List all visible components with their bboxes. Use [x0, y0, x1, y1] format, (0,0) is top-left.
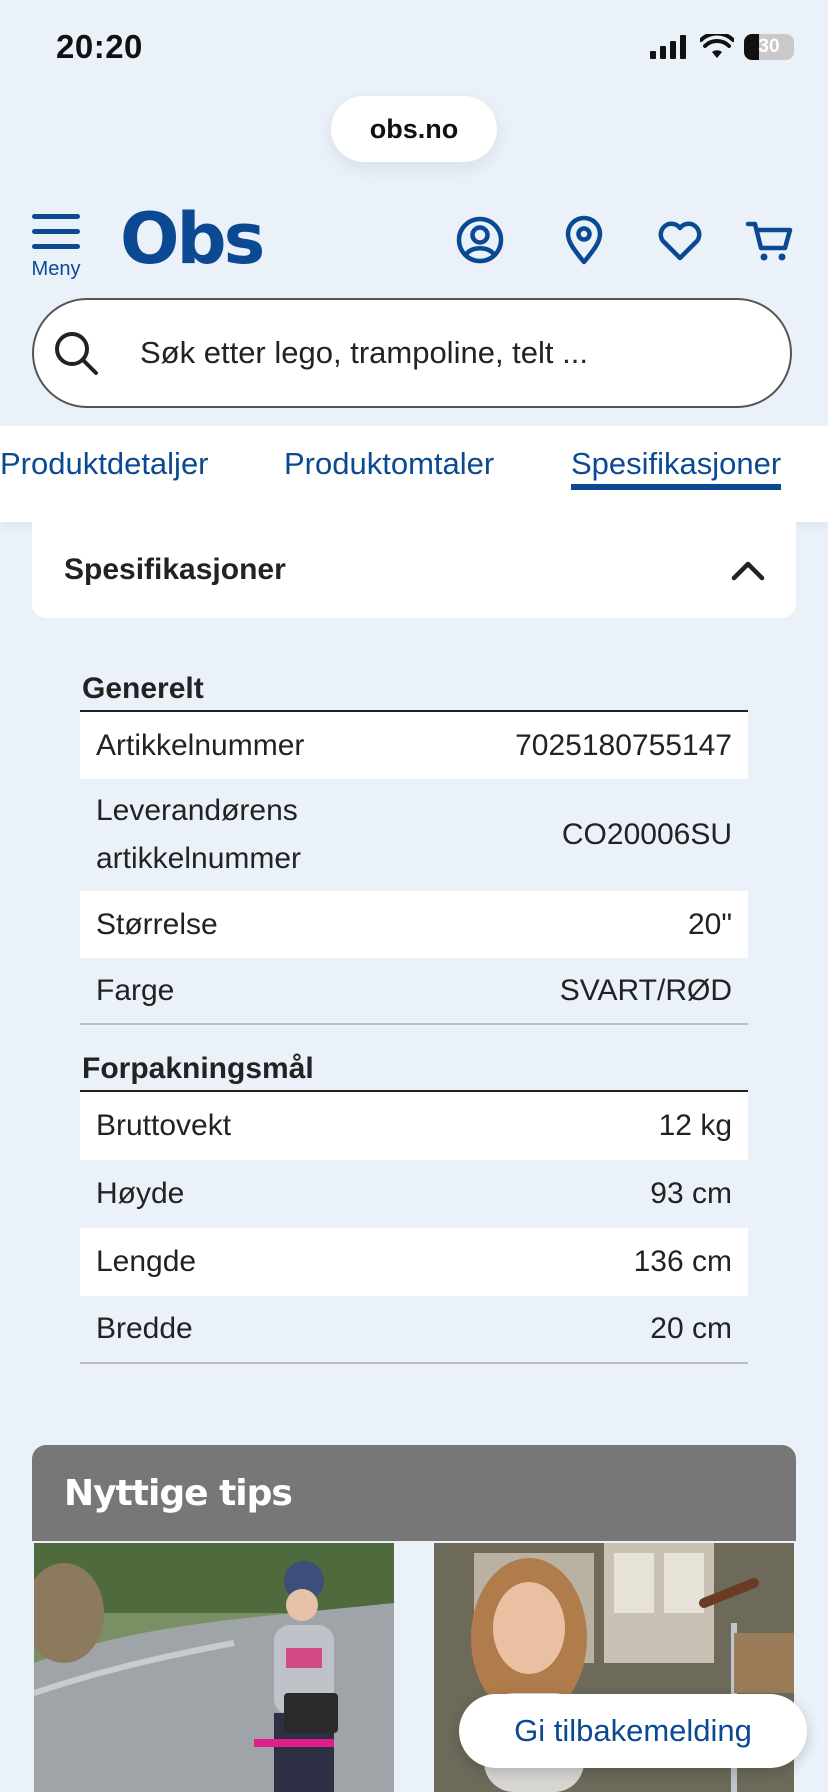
- spec-row: Leverandørens artikkelnummer CO20006SU: [80, 779, 748, 891]
- spec-label: Lengde: [96, 1245, 197, 1278]
- status-icons: 30: [650, 34, 794, 60]
- feedback-button[interactable]: Gi tilbakemelding: [459, 1694, 807, 1768]
- spec-value: SVART/RØD: [559, 973, 732, 1007]
- hamburger-icon: [32, 212, 80, 252]
- menu-button[interactable]: Meny: [28, 212, 84, 281]
- spec-value: 7025180755147: [515, 728, 732, 762]
- account-icon[interactable]: [454, 214, 506, 266]
- wifi-icon: [700, 34, 734, 58]
- spec-label-line: artikkelnummer: [96, 842, 302, 875]
- spesifikasjoner-accordion[interactable]: Spesifikasjoner: [32, 522, 796, 618]
- spec-label: Bredde: [96, 1312, 193, 1345]
- spec-row: Bruttovekt 12 kg: [80, 1092, 748, 1160]
- tips-header: Nyttige tips: [32, 1445, 796, 1541]
- signal-icon: [650, 35, 686, 59]
- accordion-title: Spesifikasjoner: [64, 553, 286, 586]
- store-location-icon[interactable]: [558, 214, 610, 266]
- spec-row: Bredde 20 cm: [80, 1296, 748, 1364]
- status-time: 20:20: [56, 28, 143, 65]
- tip-image-child-cycling[interactable]: [34, 1543, 394, 1792]
- browser-url-bar[interactable]: obs.no: [331, 96, 497, 162]
- tab-produktdetaljer[interactable]: Produktdetaljer: [0, 446, 209, 482]
- menu-label: Meny: [31, 258, 81, 280]
- spec-value: 93 cm: [650, 1177, 732, 1210]
- search-input[interactable]: [138, 334, 762, 372]
- tips-title: Nyttige tips: [64, 1472, 293, 1514]
- spec-row: Farge SVART/RØD: [80, 958, 748, 1025]
- spec-value: 136 cm: [633, 1245, 732, 1278]
- cart-icon[interactable]: [744, 214, 796, 266]
- battery-icon: 30: [744, 34, 794, 60]
- spec-heading-packaging: Forpakningsmål: [80, 1052, 748, 1092]
- spec-row: Artikkelnummer 7025180755147: [80, 712, 748, 779]
- spec-value: 20 cm: [650, 1312, 732, 1345]
- spec-table-packaging: Forpakningsmål Bruttovekt 12 kg Høyde 93…: [80, 1052, 748, 1364]
- spec-value: 20": [687, 907, 732, 941]
- battery-level: 30: [758, 36, 780, 57]
- spec-label: Artikkelnummer: [96, 728, 305, 762]
- product-tabs: Produktdetaljer Produktomtaler Spesifika…: [0, 426, 828, 522]
- spec-label: Bruttovekt: [96, 1109, 232, 1142]
- favorites-icon[interactable]: [654, 214, 706, 266]
- spec-label: Høyde: [96, 1177, 185, 1210]
- chevron-up-icon[interactable]: [728, 550, 768, 590]
- tab-spesifikasjoner[interactable]: Spesifikasjoner: [571, 446, 782, 490]
- spec-row: Størrelse 20": [80, 891, 748, 958]
- tab-produktomtaler[interactable]: Produktomtaler: [284, 446, 494, 482]
- search-bar[interactable]: [32, 298, 792, 408]
- spec-label-line: Leverandørens: [96, 794, 298, 827]
- search-icon: [55, 332, 98, 375]
- spec-value: 12 kg: [658, 1109, 732, 1142]
- spec-label: Leverandørens artikkelnummer: [96, 787, 301, 883]
- spec-label: Farge: [96, 973, 175, 1007]
- obs-logo[interactable]: Obs: [120, 204, 265, 274]
- spec-label: Størrelse: [96, 907, 218, 941]
- spec-heading-general: Generelt: [80, 672, 748, 712]
- spec-value: CO20006SU: [561, 818, 732, 851]
- spec-row: Høyde 93 cm: [80, 1160, 748, 1228]
- spec-row: Lengde 136 cm: [80, 1228, 748, 1296]
- spec-table-general: Generelt Artikkelnummer 7025180755147 Le…: [80, 672, 748, 1025]
